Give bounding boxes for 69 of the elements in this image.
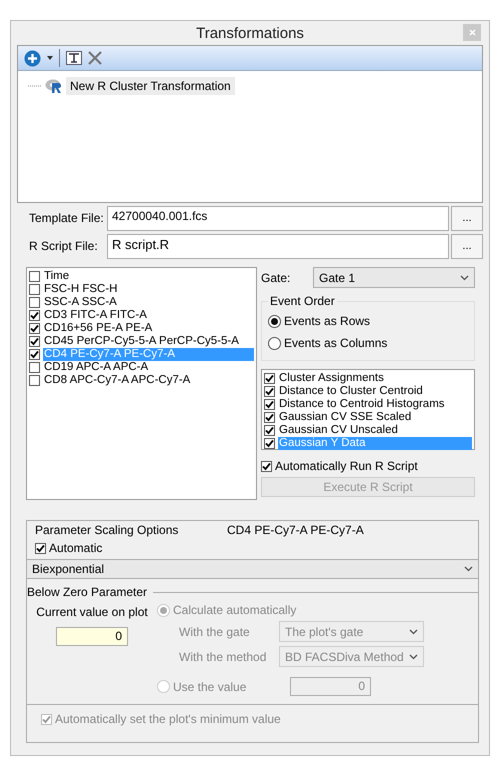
- radio-label: Calculate automatically: [173, 603, 296, 617]
- list-item[interactable]: Distance to Centroid Histograms: [278, 398, 472, 411]
- checkbox[interactable]: [29, 271, 40, 282]
- checkbox[interactable]: [264, 373, 275, 384]
- tree-line-icon: [28, 85, 42, 87]
- chevron-icon: [464, 566, 473, 572]
- radio-button[interactable]: [268, 336, 281, 350]
- list-item[interactable]: FSC-H FSC-H: [43, 283, 254, 296]
- field-label: With the gate: [179, 624, 251, 638]
- checkbox[interactable]: [29, 297, 40, 308]
- radio-label: Events as Rows: [284, 314, 370, 328]
- list-item[interactable]: Distance to Cluster Centroid: [278, 385, 472, 398]
- chevron-icon: [409, 654, 418, 660]
- file-field[interactable]: 42700040.001.fcs: [107, 206, 449, 230]
- delete-icon[interactable]: [88, 51, 102, 65]
- add-icon[interactable]: [24, 50, 41, 66]
- list-item[interactable]: Cluster Assignments: [278, 372, 472, 385]
- parameter-name: CD4 PE-Cy7-A PE-Cy7-A: [227, 523, 364, 537]
- chevron-icon: [409, 628, 418, 634]
- section-title: Parameter Scaling Options: [35, 523, 180, 537]
- radio-label: Events as Columns: [284, 336, 388, 350]
- group-title: Event Order: [269, 294, 336, 308]
- r-logo-icon: [45, 78, 63, 94]
- list-item[interactable]: CD45 PerCP-Cy5-5-A PerCP-Cy5-5-A: [43, 335, 254, 348]
- checkbox[interactable]: [264, 438, 275, 449]
- field-label: Current value on plot: [36, 605, 148, 619]
- list-item[interactable]: SSC-A SSC-A: [43, 296, 254, 309]
- checkbox[interactable]: [35, 542, 46, 554]
- checkbox[interactable]: [264, 386, 275, 397]
- checkbox[interactable]: [29, 284, 40, 295]
- checkbox[interactable]: [29, 323, 40, 334]
- chevron-icon: [460, 274, 469, 280]
- browse-button[interactable]: ...: [451, 206, 483, 230]
- close-icon: [468, 29, 476, 36]
- checkbox[interactable]: [29, 362, 40, 373]
- checkbox[interactable]: [29, 336, 40, 347]
- field-label: With the method: [179, 650, 268, 664]
- window-title: Transformations: [196, 24, 304, 42]
- scale-dropdown[interactable]: Biexponential: [27, 559, 478, 579]
- checkbox-label: Automatic: [49, 541, 102, 555]
- field-label: R Script File:: [28, 239, 99, 253]
- list-item[interactable]: Gaussian CV SSE Scaled: [278, 411, 472, 424]
- radio-button[interactable]: [268, 314, 281, 328]
- checkbox[interactable]: [29, 349, 40, 360]
- browse-button[interactable]: ...: [451, 234, 483, 258]
- text-icon[interactable]: [66, 51, 82, 65]
- gate-label: Gate:: [261, 270, 292, 284]
- checkbox[interactable]: [29, 310, 40, 321]
- radio-label: Use the value: [173, 680, 248, 694]
- list-item[interactable]: CD19 APC-A APC-A: [43, 361, 254, 374]
- caret-icon[interactable]: [47, 56, 53, 60]
- checkbox[interactable]: [261, 460, 272, 472]
- checkbox[interactable]: [29, 375, 40, 386]
- value-field[interactable]: 0: [56, 627, 128, 646]
- file-field[interactable]: R script.R: [107, 234, 449, 258]
- gate-dropdown[interactable]: Gate 1: [313, 267, 475, 288]
- tree-item[interactable]: New R Cluster Transformation: [66, 77, 235, 95]
- list-item[interactable]: CD8 APC-Cy7-A APC-Cy7-A: [43, 374, 254, 387]
- section-title: Below Zero Parameter: [27, 585, 148, 599]
- checkbox-label: Automatically Run R Script: [275, 459, 418, 473]
- list-item[interactable]: CD16+56 PE-A PE-A: [43, 322, 254, 335]
- checkbox[interactable]: [264, 399, 275, 410]
- field-label: Template File:: [28, 211, 105, 225]
- checkbox[interactable]: [264, 412, 275, 423]
- checkbox[interactable]: [264, 425, 275, 436]
- list-item[interactable]: Gaussian CV Unscaled: [278, 424, 472, 437]
- list-item[interactable]: Time: [43, 270, 254, 283]
- list-item[interactable]: CD3 FITC-A FITC-A: [43, 309, 254, 322]
- checkbox-label: Automatically set the plot's minimum value: [55, 712, 281, 726]
